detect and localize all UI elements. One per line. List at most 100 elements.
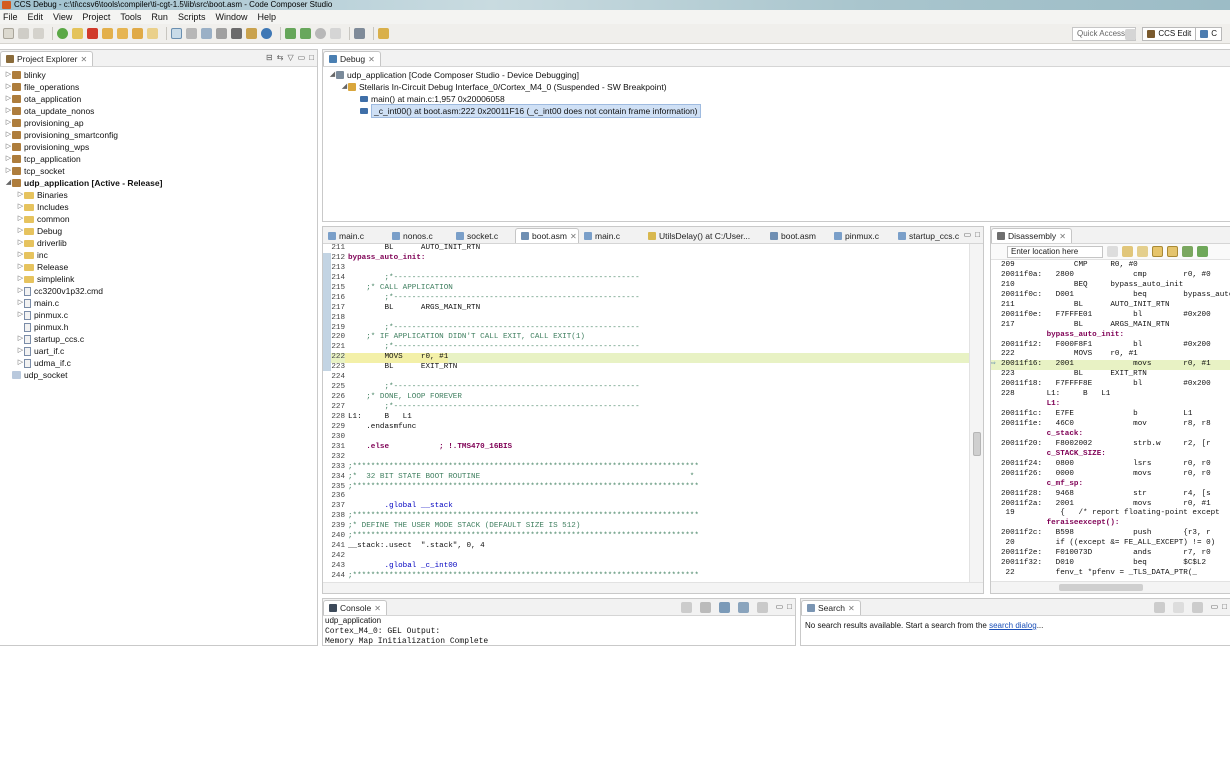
project-tree-item[interactable]: ▷ ota_application — [0, 93, 317, 105]
menu-edit[interactable]: Edit — [28, 12, 44, 22]
collapsed-twisty-icon[interactable]: ▷ — [5, 93, 12, 105]
project-tree-item[interactable]: ▷ pinmux.c — [0, 309, 317, 321]
project-tree-item[interactable]: ▷ Includes — [0, 201, 317, 213]
collapsed-twisty-icon[interactable]: ▷ — [17, 249, 24, 261]
tab-disassembly[interactable]: Disassembly ✕ — [991, 228, 1072, 243]
cancel-search-icon[interactable] — [1172, 602, 1184, 613]
collapse-all-icon[interactable]: ⊟ — [266, 53, 273, 62]
perspective-ccs-debug[interactable]: C — [1196, 27, 1222, 41]
maximize-icon[interactable]: □ — [309, 53, 314, 62]
menu-run[interactable]: Run — [151, 12, 168, 22]
collapsed-twisty-icon[interactable]: ▷ — [17, 345, 24, 357]
search-icon[interactable] — [315, 28, 326, 39]
save-icon[interactable] — [18, 28, 29, 39]
project-tree-item[interactable]: ▷ provisioning_wps — [0, 141, 317, 153]
suspend-icon[interactable] — [72, 28, 83, 39]
minimize-icon[interactable]: ▭ — [298, 53, 306, 62]
scroll-thumb[interactable] — [973, 432, 981, 456]
collapsed-twisty-icon[interactable]: ▷ — [17, 237, 24, 249]
menu-file[interactable]: File — [3, 12, 18, 22]
project-tree-item[interactable]: ▷ uart_if.c — [0, 345, 317, 357]
expanded-twisty-icon[interactable]: ◢ — [329, 69, 336, 81]
menu-view[interactable]: View — [53, 12, 72, 22]
go-icon[interactable] — [1107, 246, 1118, 257]
run-to-line-icon[interactable] — [285, 28, 296, 39]
open-console-icon[interactable] — [756, 602, 768, 613]
collapsed-twisty-icon[interactable]: ▷ — [17, 213, 24, 225]
history-icon[interactable] — [1191, 602, 1203, 613]
pin-icon[interactable] — [378, 28, 389, 39]
home-icon[interactable] — [1122, 246, 1133, 257]
project-tree-item[interactable]: ▷ blinky — [0, 69, 317, 81]
collapsed-twisty-icon[interactable]: ▷ — [5, 117, 12, 129]
project-tree-item[interactable]: ▷ simplelink — [0, 273, 317, 285]
collapsed-twisty-icon[interactable]: ▷ — [5, 129, 12, 141]
scroll-lock-icon[interactable] — [699, 602, 711, 613]
project-tree-item[interactable]: ▷ inc — [0, 249, 317, 261]
collapsed-twisty-icon[interactable]: ▷ — [5, 105, 12, 117]
step-into-icon[interactable] — [102, 28, 113, 39]
view-menu-icon[interactable]: ▽ — [287, 53, 293, 62]
close-icon[interactable]: ✕ — [1059, 232, 1066, 241]
step-return-icon[interactable] — [132, 28, 143, 39]
project-tree-item[interactable]: ◢ udp_application [Active - Release] — [0, 177, 317, 189]
assembly-step-icon[interactable] — [171, 28, 182, 39]
editor-tab[interactable]: main.c — [323, 228, 387, 243]
project-tree-item[interactable]: pinmux.h — [0, 321, 317, 333]
project-tree-item[interactable]: ▷ udma_if.c — [0, 357, 317, 369]
collapsed-twisty-icon[interactable]: ▷ — [5, 141, 12, 153]
minimize-icon[interactable]: ▭ — [1211, 602, 1219, 613]
close-icon[interactable]: ✕ — [374, 604, 381, 613]
collapsed-twisty-icon[interactable]: ▷ — [17, 285, 24, 297]
editor-tab[interactable]: nonos.c — [387, 228, 451, 243]
debug-tree-item[interactable]: ◢ udp_application [Code Composer Studio -… — [323, 69, 1230, 81]
project-tree-item[interactable]: ▷ Release — [0, 261, 317, 273]
load-program-icon[interactable] — [231, 28, 242, 39]
menu-scripts[interactable]: Scripts — [178, 12, 206, 22]
maximize-icon[interactable]: □ — [787, 602, 792, 613]
open-perspective-icon[interactable] — [1125, 28, 1137, 40]
project-tree-item[interactable]: ▷ Debug — [0, 225, 317, 237]
project-tree-item[interactable]: ▷ tcp_socket — [0, 165, 317, 177]
refresh-icon[interactable] — [1153, 602, 1165, 613]
project-tree-item[interactable]: ▷ startup_ccs.c — [0, 333, 317, 345]
collapsed-twisty-icon[interactable]: ▷ — [17, 297, 24, 309]
settings-icon[interactable] — [354, 28, 365, 39]
collapsed-twisty-icon[interactable]: ▷ — [5, 69, 12, 81]
tab-search[interactable]: Search ✕ — [801, 600, 861, 615]
minimize-icon[interactable]: ▭ — [964, 230, 972, 239]
debug-tree-item[interactable]: _c_int00() at boot.asm:222 0x20011F16 (_… — [323, 104, 1230, 118]
editor-tab[interactable]: pinmux.c — [829, 228, 893, 243]
link-editor-icon[interactable]: ⇆ — [277, 53, 284, 62]
disassembly-listing[interactable]: 209 CMP R0, #0 20011f0a: 2800 cmp r0, #0 2… — [991, 261, 1230, 581]
close-icon[interactable]: ✕ — [80, 55, 87, 64]
editor-tab[interactable]: boot.asm — [765, 228, 829, 243]
refresh-icon[interactable] — [1182, 246, 1193, 257]
editor-horizontal-scrollbar[interactable] — [323, 582, 983, 593]
menu-window[interactable]: Window — [215, 12, 247, 22]
code-editor[interactable]: 211 BL AUTO_INIT_RTN 212 bypass_auto_init:… — [323, 244, 969, 583]
close-icon[interactable]: ✕ — [368, 55, 375, 64]
project-tree-item[interactable]: ▷ cc3200v1p32.cmd — [0, 285, 317, 297]
menu-tools[interactable]: Tools — [120, 12, 141, 22]
collapsed-twisty-icon[interactable]: ▷ — [5, 81, 12, 93]
collapsed-twisty-icon[interactable]: ▷ — [17, 201, 24, 213]
tab-project-explorer[interactable]: Project Explorer ✕ — [0, 51, 94, 66]
maximize-icon[interactable]: □ — [1222, 602, 1227, 613]
instruction-step-icon[interactable] — [147, 28, 158, 39]
collapsed-twisty-icon[interactable]: ▷ — [5, 165, 12, 177]
collapsed-twisty-icon[interactable]: ▷ — [17, 273, 24, 285]
editor-tab[interactable]: main.c — [579, 228, 643, 243]
project-tree-item[interactable]: ▷ main.c — [0, 297, 317, 309]
sync-icon[interactable] — [1197, 246, 1208, 257]
step-over-icon[interactable] — [117, 28, 128, 39]
project-tree-item[interactable]: ▷ tcp_application — [0, 153, 317, 165]
connect-icon[interactable] — [216, 28, 227, 39]
expanded-twisty-icon[interactable]: ◢ — [341, 81, 348, 93]
collapsed-twisty-icon[interactable]: ▷ — [17, 333, 24, 345]
minimize-icon[interactable]: ▭ — [776, 602, 784, 613]
close-icon[interactable]: ✕ — [848, 604, 855, 613]
project-tree-item[interactable]: udp_socket — [0, 369, 317, 381]
project-tree-item[interactable]: ▷ file_operations — [0, 81, 317, 93]
open-type-icon[interactable] — [330, 28, 341, 39]
